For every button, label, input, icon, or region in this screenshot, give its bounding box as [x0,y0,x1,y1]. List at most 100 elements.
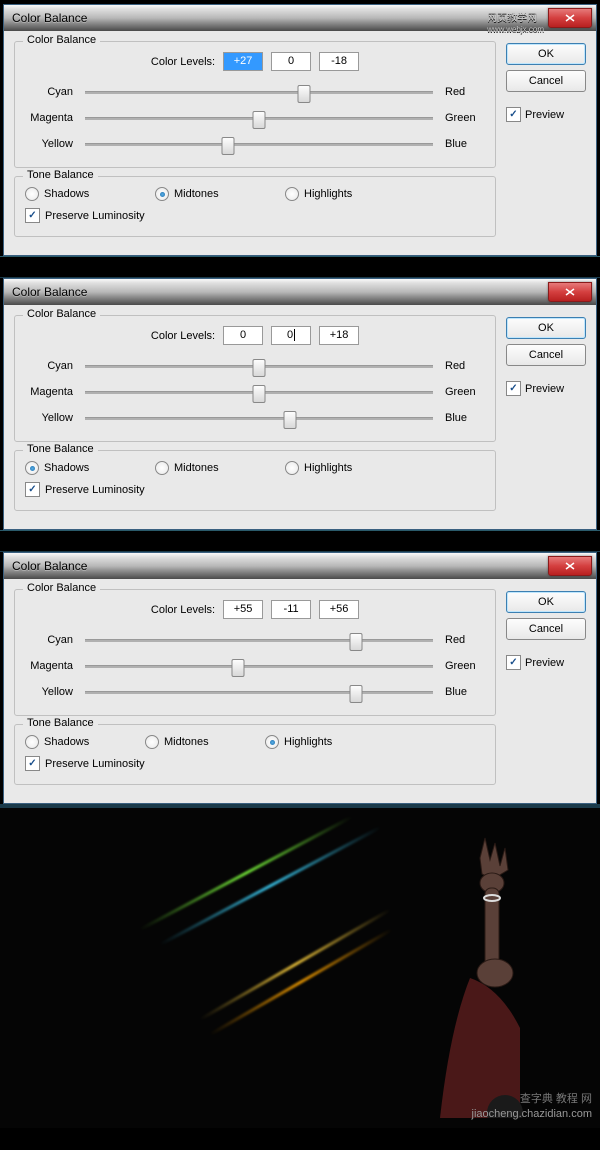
watermark-line2: jiaocheng.chazidian.com [472,1108,592,1120]
color-balance-group: Color Balance Color Levels: +55 -11 +56 … [14,589,496,716]
dialog-title: Color Balance [12,559,87,573]
checkbox-icon: ✓ [506,655,521,670]
tone-highlights[interactable]: Highlights [265,735,385,749]
checkbox-icon: ✓ [506,381,521,396]
slider-track[interactable] [85,365,433,368]
slider-track[interactable] [85,117,433,120]
color-levels-label: Color Levels: [151,330,215,342]
tone-balance-group: Tone Balance Shadows Midtones Highlights… [14,724,496,785]
slider-label-left: Magenta [25,386,73,398]
level-input-2[interactable]: 0 [271,52,311,71]
level-input-2[interactable]: -11 [271,600,311,619]
slider-track[interactable] [85,91,433,94]
close-button[interactable] [548,282,592,302]
group-legend: Tone Balance [23,443,98,455]
tone-midtones[interactable]: Midtones [155,187,285,201]
slider-label-right: Blue [445,686,485,698]
radio-icon [265,735,279,749]
preserve-luminosity[interactable]: ✓Preserve Luminosity [25,753,485,774]
cancel-button[interactable]: Cancel [506,344,586,366]
tone-shadows[interactable]: Shadows [25,461,155,475]
watermark-line1: 查字典 教程 网 [520,1090,592,1106]
hand-illustration [340,828,540,1118]
slider-thumb[interactable] [221,137,234,155]
color-balance-dialog-2: Color Balance Color Balance Color Levels… [3,278,597,530]
group-legend: Color Balance [23,308,100,320]
slider-thumb[interactable] [298,85,311,103]
slider-track[interactable] [85,143,433,146]
slider-thumb[interactable] [253,359,266,377]
close-button[interactable] [548,8,592,28]
group-legend: Color Balance [23,582,100,594]
tone-midtones[interactable]: Midtones [145,735,265,749]
slider-thumb[interactable] [284,411,297,429]
slider-label-left: Magenta [25,112,73,124]
cancel-button[interactable]: Cancel [506,70,586,92]
tone-midtones[interactable]: Midtones [155,461,285,475]
level-input-1[interactable]: 0 [223,326,263,345]
preserve-luminosity[interactable]: ✓Preserve Luminosity [25,205,485,226]
cancel-button[interactable]: Cancel [506,618,586,640]
slider-thumb[interactable] [350,685,363,703]
group-legend: Tone Balance [23,717,98,729]
radio-icon [25,735,39,749]
color-balance-group: Color Balance Color Levels: 0 0 +18 Cyan… [14,315,496,442]
slider-track[interactable] [85,639,433,642]
level-input-1[interactable]: +27 [223,52,263,71]
slider-thumb[interactable] [232,659,245,677]
tone-highlights[interactable]: Highlights [285,461,415,475]
radio-icon [25,461,39,475]
radio-icon [285,187,299,201]
slider-thumb[interactable] [253,111,266,129]
titlebar[interactable]: Color Balance [4,279,596,305]
preview-toggle[interactable]: ✓Preview [506,381,586,396]
close-icon [565,288,575,296]
slider-track[interactable] [85,417,433,420]
tone-highlights[interactable]: Highlights [285,187,415,201]
slider-label-left: Yellow [25,138,73,150]
slider-label-left: Yellow [25,686,73,698]
slider-track[interactable] [85,391,433,394]
level-input-1[interactable]: +55 [223,600,263,619]
preview-toggle[interactable]: ✓Preview [506,655,586,670]
level-input-3[interactable]: +56 [319,600,359,619]
slider-label-right: Red [445,360,485,372]
slider-label-left: Cyan [25,86,73,98]
ok-button[interactable]: OK [506,43,586,65]
titlebar[interactable]: Color Balance 网页教学网 www.webjx.com [4,5,596,31]
slider-track[interactable] [85,665,433,668]
color-balance-dialog-1: Color Balance 网页教学网 www.webjx.com Color … [3,4,597,256]
tone-shadows[interactable]: Shadows [25,187,155,201]
slider-label-right: Green [445,112,485,124]
slider-label-right: Green [445,660,485,672]
slider-thumb[interactable] [350,633,363,651]
dialog-title: Color Balance [12,285,87,299]
level-input-3[interactable]: +18 [319,326,359,345]
slider-label-right: Green [445,386,485,398]
ok-button[interactable]: OK [506,317,586,339]
close-icon [565,562,575,570]
tone-shadows[interactable]: Shadows [25,735,145,749]
color-balance-group: Color Balance Color Levels: +27 0 -18 Cy… [14,41,496,168]
titlebar[interactable]: Color Balance [4,553,596,579]
level-input-2[interactable]: 0 [271,326,311,345]
tone-balance-group: Tone Balance Shadows Midtones Highlights… [14,450,496,511]
preserve-luminosity[interactable]: ✓Preserve Luminosity [25,479,485,500]
checkbox-icon: ✓ [25,756,40,771]
result-image: 查字典 教程 网 jiaocheng.chazidian.com [0,804,600,1128]
dialog-title: Color Balance [12,11,87,25]
checkbox-icon: ✓ [506,107,521,122]
color-levels-label: Color Levels: [151,56,215,68]
preview-toggle[interactable]: ✓Preview [506,107,586,122]
level-input-3[interactable]: -18 [319,52,359,71]
radio-icon [145,735,159,749]
radio-icon [25,187,39,201]
group-legend: Color Balance [23,34,100,46]
ok-button[interactable]: OK [506,591,586,613]
close-button[interactable] [548,556,592,576]
slider-track[interactable] [85,691,433,694]
radio-icon [155,461,169,475]
slider-thumb[interactable] [253,385,266,403]
slider-label-right: Red [445,86,485,98]
watermark-text: 网页教学网 www.webjx.com [487,9,544,35]
